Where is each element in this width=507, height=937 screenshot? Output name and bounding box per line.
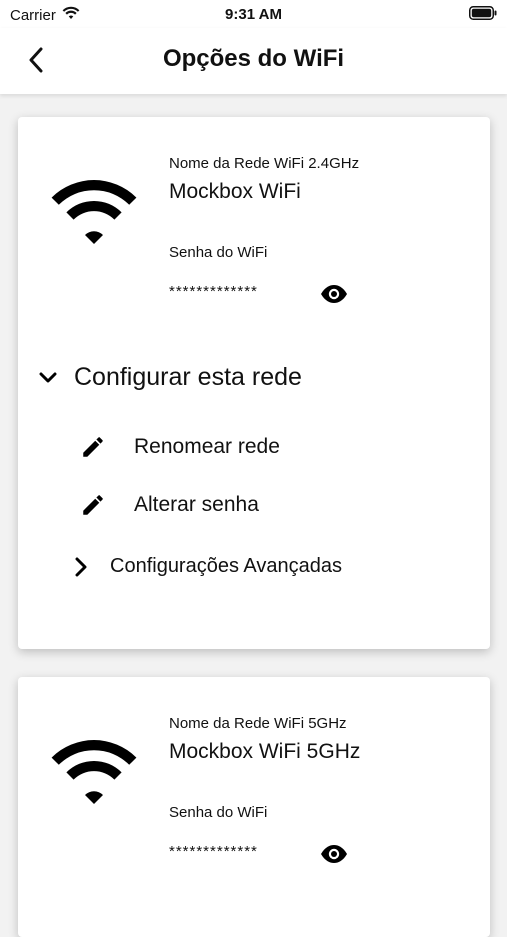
navigation-bar: Opções do WiFi <box>0 28 507 94</box>
status-time: 9:31 AM <box>225 6 282 23</box>
show-password-button[interactable] <box>318 281 350 307</box>
network-name-label: Nome da Rede WiFi 5GHz <box>169 715 347 732</box>
password-label: Senha do WiFi <box>169 244 268 261</box>
network-card-5ghz: Nome da Rede WiFi 5GHz Mockbox WiFi 5GHz… <box>18 677 490 937</box>
change-password-button[interactable]: Alterar senha <box>80 492 259 518</box>
configure-network-toggle[interactable]: Configurar esta rede <box>38 363 302 392</box>
advanced-settings-button[interactable]: Configurações Avançadas <box>74 555 342 578</box>
advanced-settings-label: Configurações Avançadas <box>110 555 343 577</box>
configure-network-label: Configurar esta rede <box>74 363 302 391</box>
password-label: Senha do WiFi <box>169 804 268 821</box>
change-password-label: Alterar senha <box>134 493 259 516</box>
pencil-icon <box>83 437 103 457</box>
pencil-icon <box>83 495 103 515</box>
battery-icon <box>469 6 497 24</box>
password-value: ************* <box>169 843 258 860</box>
wifi-icon <box>48 740 140 811</box>
chevron-right-icon <box>75 557 87 576</box>
rename-network-label: Renomear rede <box>134 435 280 458</box>
chevron-down-icon <box>39 372 57 382</box>
network-name-value: Mockbox WiFi 5GHz <box>169 740 361 763</box>
eye-icon <box>321 845 347 863</box>
password-value: ************* <box>169 283 258 300</box>
eye-icon <box>321 285 347 303</box>
network-name-label: Nome da Rede WiFi 2.4GHz <box>169 155 360 172</box>
rename-network-button[interactable]: Renomear rede <box>80 434 280 460</box>
page-title: Opções do WiFi <box>162 45 345 72</box>
network-card-24ghz: Nome da Rede WiFi 2.4GHz Mockbox WiFi Se… <box>18 117 490 649</box>
show-password-button[interactable] <box>318 841 350 867</box>
status-bar: Carrier 9:31 AM <box>0 0 507 28</box>
network-name-value: Mockbox WiFi <box>169 180 301 203</box>
wifi-icon <box>48 180 140 251</box>
